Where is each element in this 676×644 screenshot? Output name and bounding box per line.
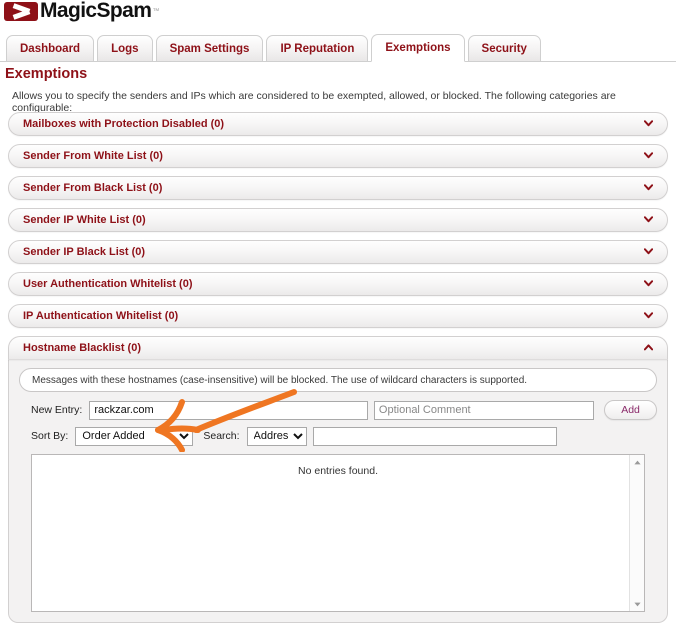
tab-list: Dashboard Logs Spam Settings IP Reputation E…: [6, 34, 544, 62]
accordion-header-ip-authentication-whitelist[interactable]: IP Authentication Whitelist (0): [8, 304, 668, 328]
tab-security[interactable]: Security: [467, 35, 541, 62]
chevron-down-icon[interactable]: [644, 119, 653, 128]
accordion-label: Sender From Black List (0): [23, 182, 163, 194]
new-entry-row: New Entry: Add: [31, 400, 657, 420]
brand-name: MagicSpam: [40, 0, 152, 22]
accordion-item-sender-from-white-list: Sender From White List (0): [8, 144, 668, 168]
accordion-label: Sender IP White List (0): [23, 214, 146, 226]
tab-logs[interactable]: Logs: [97, 35, 153, 62]
chevron-down-icon[interactable]: [644, 279, 653, 288]
sort-by-select[interactable]: Order Added: [75, 426, 194, 446]
accordion-item-sender-ip-black-list: Sender IP Black List (0): [8, 240, 668, 264]
sort-search-row: Sort By: Order Added Search: Address: [31, 426, 657, 446]
brand-header: MagicSpam ™: [0, 0, 676, 22]
accordion-label: Hostname Blacklist (0): [23, 342, 141, 354]
exemption-accordion: Mailboxes with Protection Disabled (0) Se…: [8, 112, 668, 631]
page-description: Allows you to specify the senders and IP…: [12, 90, 616, 114]
accordion-panel-hostname-blacklist: Messages with these hostnames (case-inse…: [8, 360, 668, 623]
empty-state-message: No entries found.: [298, 465, 378, 477]
tab-ip-reputation[interactable]: IP Reputation: [266, 35, 369, 62]
add-button[interactable]: Add: [604, 400, 657, 420]
chevron-down-icon[interactable]: [644, 183, 653, 192]
search-field-select[interactable]: Address: [246, 426, 307, 446]
chevron-down-icon[interactable]: [644, 311, 653, 320]
accordion-label: Sender IP Black List (0): [23, 246, 146, 258]
new-entry-input[interactable]: [89, 400, 368, 420]
accordion-item-hostname-blacklist: Hostname Blacklist (0) Messages with thes…: [8, 336, 668, 623]
main-tab-bar: Dashboard Logs Spam Settings IP Reputation E…: [0, 32, 676, 62]
magicspam-admin-page: MagicSpam ™ Dashboard Logs Spam Settings IP…: [0, 0, 676, 644]
trademark-symbol: ™: [152, 7, 160, 15]
page-title: Exemptions: [5, 66, 88, 82]
accordion-label: User Authentication Whitelist (0): [23, 278, 193, 290]
comment-input[interactable]: [373, 400, 595, 420]
search-label: Search:: [203, 430, 240, 442]
accordion-label: Sender From White List (0): [23, 150, 163, 162]
tab-dashboard[interactable]: Dashboard: [6, 35, 95, 62]
accordion-item-user-authentication-whitelist: User Authentication Whitelist (0): [8, 272, 668, 296]
chevron-down-icon[interactable]: [644, 247, 653, 256]
sort-by-label: Sort By:: [31, 430, 69, 442]
accordion-label: Mailboxes with Protection Disabled (0): [23, 118, 225, 130]
accordion-item-sender-from-black-list: Sender From Black List (0): [8, 176, 668, 200]
accordion-header-sender-ip-black-list[interactable]: Sender IP Black List (0): [8, 240, 668, 264]
accordion-header-mailboxes-with-protection-disabled[interactable]: Mailboxes with Protection Disabled (0): [8, 112, 668, 136]
accordion-label: IP Authentication Whitelist (0): [23, 310, 179, 322]
panel-info-text: Messages with these hostnames (case-inse…: [19, 368, 657, 392]
tab-exemptions[interactable]: Exemptions: [371, 34, 465, 62]
magicspam-mask-logo-icon: [4, 1, 38, 21]
tab-spam-settings[interactable]: Spam Settings: [155, 35, 264, 62]
search-input[interactable]: [312, 426, 557, 446]
chevron-down-icon[interactable]: [644, 215, 653, 224]
accordion-header-hostname-blacklist[interactable]: Hostname Blacklist (0): [8, 336, 668, 360]
chevron-down-icon[interactable]: [644, 151, 653, 160]
accordion-item-ip-authentication-whitelist: IP Authentication Whitelist (0): [8, 304, 668, 328]
accordion-header-sender-ip-white-list[interactable]: Sender IP White List (0): [8, 208, 668, 232]
accordion-header-sender-from-white-list[interactable]: Sender From White List (0): [8, 144, 668, 168]
entries-list: No entries found.: [31, 454, 645, 612]
entries-scrollbar[interactable]: [629, 455, 644, 611]
scroll-down-arrow-icon[interactable]: [630, 597, 644, 611]
scroll-up-arrow-icon[interactable]: [630, 455, 644, 469]
brand-logo: MagicSpam ™: [4, 0, 159, 23]
accordion-header-user-authentication-whitelist[interactable]: User Authentication Whitelist (0): [8, 272, 668, 296]
accordion-header-sender-from-black-list[interactable]: Sender From Black List (0): [8, 176, 668, 200]
accordion-item-mailboxes-with-protection-disabled: Mailboxes with Protection Disabled (0): [8, 112, 668, 136]
mask-glyph: [13, 6, 29, 17]
new-entry-label: New Entry:: [31, 404, 83, 416]
accordion-item-sender-ip-white-list: Sender IP White List (0): [8, 208, 668, 232]
chevron-up-icon[interactable]: [644, 343, 653, 352]
info-text-label: Messages with these hostnames (case-inse…: [32, 374, 528, 386]
